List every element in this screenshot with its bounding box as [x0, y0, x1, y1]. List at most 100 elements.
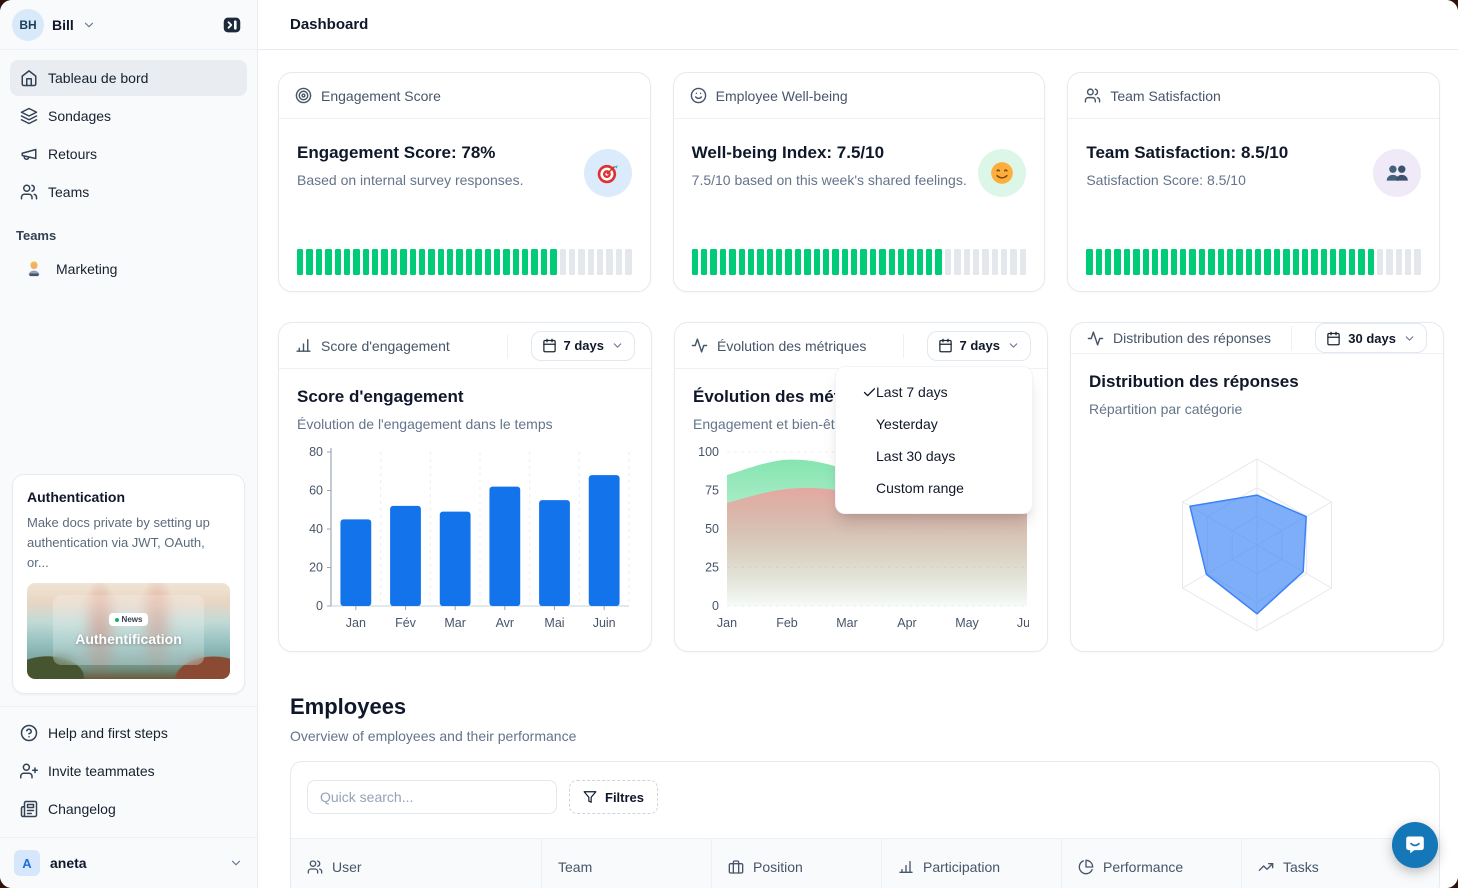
- kpi-row: Engagement Score Engagement Score: 78% B…: [278, 72, 1440, 292]
- progress-segment: [1208, 249, 1214, 275]
- target-icon: [295, 87, 312, 104]
- user-plus-icon: [20, 762, 38, 780]
- megaphone-icon: [20, 145, 38, 163]
- svg-text:Mai: Mai: [544, 616, 564, 630]
- activity-icon: [691, 337, 708, 354]
- progress-segment: [935, 249, 941, 275]
- progress-segment: [795, 249, 801, 275]
- progress-segment: [710, 249, 716, 275]
- header-divider: [1291, 326, 1292, 350]
- app-window: BH Bill Tableau de bordSondagesRetoursTe…: [0, 0, 1458, 888]
- progress-segment: [306, 249, 312, 275]
- progress-segment: [739, 249, 745, 275]
- date-range-button[interactable]: 7 days: [531, 331, 635, 361]
- sidebar-item-sondages[interactable]: Sondages: [10, 98, 247, 134]
- progress-segment: [316, 249, 322, 275]
- chevron-down-icon: [1007, 339, 1020, 352]
- kpi-headline: Well-being Index: 7.5/10: [692, 143, 967, 163]
- promo-card-authentication[interactable]: Authentication Make docs private by sett…: [12, 474, 245, 694]
- kpi-headline: Team Satisfaction: 8.5/10: [1086, 143, 1288, 163]
- progress-segment: [1114, 249, 1120, 275]
- progress-segment: [692, 249, 698, 275]
- svg-text:Avr: Avr: [496, 616, 515, 630]
- employees-title: Employees: [290, 694, 1440, 720]
- progress-segment: [1255, 249, 1261, 275]
- progress-segment: [1227, 249, 1233, 275]
- column-header-position[interactable]: Position: [711, 839, 881, 888]
- menu-item-custom-range[interactable]: Custom range: [836, 472, 1032, 504]
- main-area: Dashboard Engagement Score Engagement Sc…: [258, 0, 1458, 888]
- svg-text:Juin: Juin: [593, 616, 616, 630]
- sidebar-item-label: Help and first steps: [48, 725, 168, 741]
- menu-item-last-7-days[interactable]: Last 7 days: [836, 376, 1032, 408]
- panel-collapse-icon: [221, 14, 243, 36]
- pie-icon: [1078, 859, 1094, 875]
- help-icon: [20, 724, 38, 742]
- progress-segment: [363, 249, 369, 275]
- employees-section-header: Employees Overview of employees and thei…: [290, 694, 1440, 744]
- svg-text:Feb: Feb: [776, 616, 798, 630]
- responses-radar-chart: [1089, 427, 1425, 660]
- chat-launcher-button[interactable]: [1392, 822, 1438, 868]
- sidebar-item-help-and-first-steps[interactable]: Help and first steps: [10, 715, 247, 751]
- chart-subtitle: Évolution de l'engagement dans le temps: [297, 416, 633, 432]
- search-input[interactable]: [307, 780, 557, 814]
- date-range-label: 7 days: [564, 338, 604, 353]
- sidebar-item-retours[interactable]: Retours: [10, 136, 247, 172]
- kpi-body: Engagement Score: 78% Based on internal …: [279, 119, 650, 249]
- column-header-team[interactable]: Team: [541, 839, 711, 888]
- svg-text:25: 25: [705, 561, 719, 575]
- column-header-label: Team: [558, 859, 592, 875]
- sidebar: BH Bill Tableau de bordSondagesRetoursTe…: [0, 0, 258, 888]
- account-name: aneta: [50, 855, 87, 871]
- progress-segment: [879, 249, 885, 275]
- menu-item-yesterday[interactable]: Yesterday: [836, 408, 1032, 440]
- progress-segment: [1105, 249, 1111, 275]
- chart-header-label: Distribution des réponses: [1113, 330, 1271, 346]
- sidebar-item-changelog[interactable]: Changelog: [10, 791, 247, 827]
- progress-segment: [917, 249, 923, 275]
- column-header-participation[interactable]: Participation: [881, 839, 1061, 888]
- workspace-avatar[interactable]: BH: [12, 9, 44, 41]
- svg-text:Jan: Jan: [717, 616, 737, 630]
- menu-item-label: Last 7 days: [876, 384, 948, 400]
- sidebar-item-tableau-de-bord[interactable]: Tableau de bord: [10, 60, 247, 96]
- briefcase-icon: [728, 859, 744, 875]
- progress-segment: [494, 249, 500, 275]
- kpi-header-label: Team Satisfaction: [1110, 88, 1221, 104]
- progress-segment: [814, 249, 820, 275]
- sidebar-item-invite-teammates[interactable]: Invite teammates: [10, 753, 247, 789]
- satisfaction-progress-bar: [1068, 249, 1439, 291]
- sidebar-item-teams[interactable]: Teams: [10, 174, 247, 210]
- chart-subtitle: Répartition par catégorie: [1089, 401, 1425, 417]
- progress-segment: [531, 249, 537, 275]
- date-range-label: 30 days: [1348, 331, 1396, 346]
- sidebar-teams-list: Marketing: [0, 251, 257, 289]
- column-header-performance[interactable]: Performance: [1061, 839, 1241, 888]
- menu-item-last-30-days[interactable]: Last 30 days: [836, 440, 1032, 472]
- chart-header-label: Évolution des métriques: [717, 338, 866, 354]
- workspace-switcher[interactable]: BH Bill: [0, 0, 257, 50]
- progress-segment: [982, 249, 988, 275]
- kpi-header-label: Engagement Score: [321, 88, 441, 104]
- svg-text:60: 60: [309, 484, 323, 498]
- svg-text:May: May: [955, 616, 979, 630]
- column-header-user[interactable]: User: [291, 839, 541, 888]
- chat-bubble-icon: [1403, 833, 1427, 857]
- progress-segment: [701, 249, 707, 275]
- progress-segment: [1293, 249, 1299, 275]
- progress-segment: [729, 249, 735, 275]
- filters-button[interactable]: Filtres: [569, 780, 658, 814]
- chart-header-label: Score d'engagement: [321, 338, 450, 354]
- account-switcher[interactable]: A aneta: [0, 837, 257, 888]
- date-range-button[interactable]: 7 days: [927, 331, 1031, 361]
- column-header-label: Performance: [1103, 859, 1183, 875]
- funnel-icon: [583, 790, 597, 804]
- sidebar-team-item-marketing[interactable]: Marketing: [10, 251, 247, 287]
- sidebar-collapse-button[interactable]: [219, 12, 245, 38]
- progress-segment: [954, 249, 960, 275]
- chart-card-header: Distribution des réponses 30 days: [1071, 323, 1443, 354]
- date-range-button[interactable]: 30 days: [1315, 323, 1427, 353]
- progress-segment: [372, 249, 378, 275]
- progress-segment: [1274, 249, 1280, 275]
